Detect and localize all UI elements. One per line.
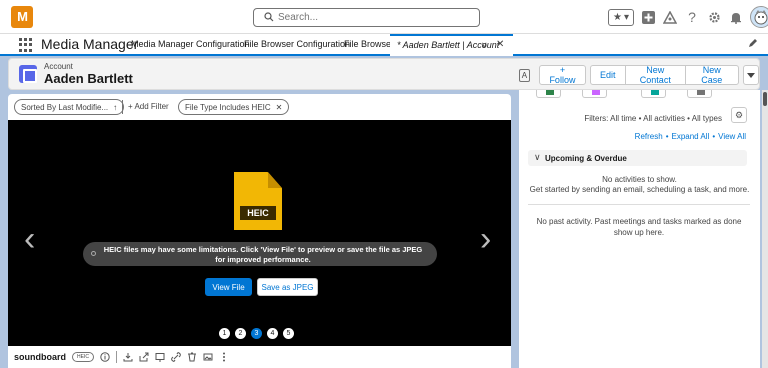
- page-4-button[interactable]: 4: [267, 328, 278, 339]
- tab-aaden-bartlett-account[interactable]: * Aaden Bartlett | Account ∨ ✕: [390, 34, 513, 56]
- file-preview-viewer: HEIC ‹ › HEIC files may have some limita…: [8, 120, 511, 346]
- arrow-up-icon: ↑: [113, 102, 118, 112]
- preview-icon[interactable]: [155, 352, 165, 362]
- download-icon[interactable]: [123, 352, 133, 362]
- file-name: soundboard: [14, 352, 66, 362]
- bell-icon[interactable]: [728, 9, 744, 25]
- new-case-button[interactable]: New Case: [685, 65, 739, 85]
- activity-button[interactable]: [641, 90, 666, 98]
- sort-label: Sorted By Last Modifie...: [21, 102, 109, 112]
- search-icon: [264, 12, 274, 22]
- gear-icon[interactable]: ⚙: [731, 107, 747, 123]
- refresh-link[interactable]: Refresh: [635, 132, 663, 141]
- filter-divider: [122, 100, 123, 114]
- gear-icon[interactable]: [706, 9, 722, 25]
- heic-warning-message: HEIC files may have some limitations. Cl…: [83, 242, 437, 266]
- nav-item-file-browser[interactable]: File Browser: [344, 39, 394, 49]
- chevron-down-icon[interactable]: ∨: [481, 40, 488, 51]
- activity-panel: Filters: All time • All activities • All…: [519, 90, 760, 368]
- file-toolbar: soundboard HEIC: [8, 346, 511, 368]
- activity-button[interactable]: [687, 90, 712, 98]
- file-fold-icon: [268, 172, 282, 188]
- new-contact-button[interactable]: New Contact: [624, 65, 687, 85]
- pencil-icon[interactable]: [748, 38, 758, 51]
- account-icon: [19, 65, 37, 83]
- info-icon[interactable]: [100, 352, 110, 362]
- edit-button[interactable]: Edit: [590, 65, 626, 85]
- previous-arrow-icon[interactable]: ‹: [24, 222, 35, 256]
- page-1-button[interactable]: 1: [219, 328, 230, 339]
- scrollbar[interactable]: [762, 90, 768, 368]
- warning-text: HEIC files may have some limitations. Cl…: [103, 245, 423, 264]
- global-header: M ★ ▾ ?: [0, 0, 768, 34]
- pagination: 1 2 3 4 5: [219, 328, 294, 339]
- help-icon[interactable]: ?: [684, 9, 700, 25]
- nav-item-file-browser-configuration[interactable]: File Browser Configuration: [244, 39, 350, 49]
- more-options-icon[interactable]: [219, 352, 229, 362]
- app-navigation: Media Manager Media Manager Configuratio…: [0, 34, 768, 56]
- trailhead-icon[interactable]: [662, 9, 678, 25]
- save-as-jpeg-button[interactable]: Save as JPEG: [257, 278, 318, 296]
- get-started-text: Get started by sending an email, schedul…: [529, 185, 750, 194]
- page-3-button[interactable]: 3: [251, 328, 262, 339]
- toolbar-divider: [115, 351, 117, 363]
- app-logo[interactable]: M: [11, 6, 33, 28]
- chevron-down-icon: ▾: [623, 11, 629, 23]
- activity-links: Refresh • Expand All • View All: [635, 132, 746, 141]
- record-name: Aaden Bartlett: [44, 71, 133, 86]
- filter-bar: Sorted By Last Modifie... ↑ + Add Filter…: [8, 94, 511, 120]
- next-arrow-icon[interactable]: ›: [480, 222, 491, 256]
- activity-button[interactable]: [536, 90, 561, 98]
- image-icon[interactable]: [203, 352, 213, 362]
- record-type: Account: [44, 62, 73, 71]
- search-input[interactable]: [278, 10, 473, 25]
- page-5-button[interactable]: 5: [283, 328, 294, 339]
- user-avatar[interactable]: [750, 6, 768, 28]
- file-browser-card: Sorted By Last Modifie... ↑ + Add Filter…: [8, 94, 511, 368]
- activity-filters-text: Filters: All time • All activities • All…: [584, 114, 722, 123]
- close-icon[interactable]: ✕: [496, 39, 504, 50]
- add-filter-button[interactable]: + Add Filter: [128, 102, 169, 111]
- link-separator: •: [712, 132, 716, 141]
- view-file-button[interactable]: View File: [205, 278, 252, 296]
- share-icon[interactable]: [139, 352, 149, 362]
- section-divider: [528, 204, 750, 205]
- sort-pill[interactable]: Sorted By Last Modifie... ↑: [14, 99, 125, 115]
- page-2-button[interactable]: 2: [235, 328, 246, 339]
- activity-filters-row: Filters: All time • All activities • All…: [519, 108, 760, 126]
- follow-button[interactable]: + Follow: [538, 65, 587, 85]
- app-launcher-icon[interactable]: [19, 38, 33, 52]
- chevron-down-icon: [746, 72, 755, 78]
- more-actions-button[interactable]: [742, 65, 759, 85]
- global-search[interactable]: [253, 8, 480, 27]
- scrollbar-thumb[interactable]: [763, 92, 767, 106]
- link-separator: •: [665, 132, 669, 141]
- expand-all-link[interactable]: Expand All: [672, 132, 710, 141]
- info-icon: [91, 251, 96, 256]
- record-header: Account Aaden Bartlett A + Follow Edit N…: [8, 58, 760, 90]
- add-icon[interactable]: [640, 9, 656, 25]
- file-type-filter-label: File Type Includes HEIC: [185, 102, 271, 112]
- no-activities-text: No activities to show.: [602, 175, 677, 184]
- nav-item-media-manager-configuration[interactable]: Media Manager Configuration: [131, 39, 250, 49]
- favorites-button[interactable]: ★ ▾: [608, 8, 634, 26]
- no-past-activity-text: No past activity. Past meetings and task…: [536, 217, 742, 237]
- account-hierarchy-icon[interactable]: A: [519, 68, 530, 82]
- delete-icon[interactable]: [187, 352, 197, 362]
- chevron-down-icon: ∨: [534, 152, 541, 162]
- close-icon[interactable]: ✕: [276, 103, 283, 112]
- heic-file-label: HEIC: [240, 206, 276, 220]
- upcoming-overdue-section[interactable]: ∨ Upcoming & Overdue: [528, 150, 747, 166]
- link-icon[interactable]: [171, 352, 181, 362]
- view-all-link[interactable]: View All: [718, 132, 746, 141]
- file-type-badge: HEIC: [72, 352, 94, 362]
- app-name: Media Manager: [41, 36, 139, 52]
- upcoming-overdue-title: Upcoming & Overdue: [545, 154, 627, 163]
- activity-button[interactable]: [582, 90, 607, 98]
- file-type-filter-pill[interactable]: File Type Includes HEIC ✕: [178, 99, 290, 115]
- star-icon: ★: [613, 11, 622, 23]
